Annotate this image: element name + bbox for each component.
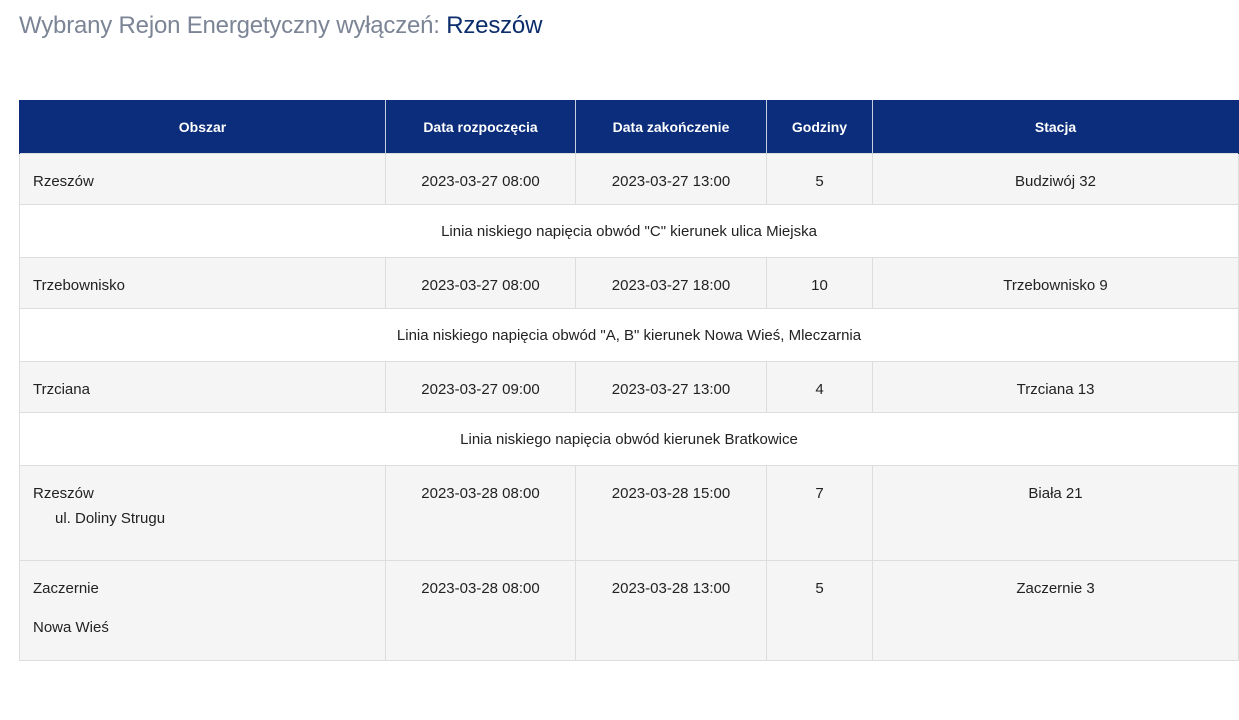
cell-start: 2023-03-28 08:00 <box>385 560 576 661</box>
cell-hours: 10 <box>766 257 873 309</box>
cell-start: 2023-03-27 08:00 <box>385 257 576 309</box>
cell-hours: 5 <box>766 153 873 205</box>
cell-area: Trzciana <box>19 361 386 413</box>
column-header-end: Data zakończenie <box>575 100 767 154</box>
page-title: Wybrany Rejon Energetyczny wyłączeń: Rze… <box>19 12 542 40</box>
table-row-description: Linia niskiego napięcia obwód "C" kierun… <box>19 204 1239 258</box>
area-name: Rzeszów <box>33 485 94 502</box>
table-row: Rzeszów 2023-03-27 08:00 2023-03-27 13:0… <box>19 153 1239 205</box>
cell-end: 2023-03-27 18:00 <box>575 257 767 309</box>
cell-station: Biała 21 <box>872 465 1239 561</box>
column-header-station: Stacja <box>872 100 1239 154</box>
page-title-prefix: Wybrany Rejon Energetyczny wyłączeń: <box>19 12 440 39</box>
cell-station: Trzciana 13 <box>872 361 1239 413</box>
table-row-description: Linia niskiego napięcia obwód kierunek B… <box>19 412 1239 466</box>
cell-area: Rzeszów ul. Doliny Strugu <box>19 465 386 561</box>
table-row: Rzeszów ul. Doliny Strugu 2023-03-28 08:… <box>19 465 1239 561</box>
cell-description: Linia niskiego napięcia obwód "A, B" kie… <box>19 308 1239 362</box>
table-row: Trzebownisko 2023-03-27 08:00 2023-03-27… <box>19 257 1239 309</box>
area-locality: Nowa Wieś <box>33 619 109 636</box>
cell-end: 2023-03-28 13:00 <box>575 560 767 661</box>
area-name: Zaczernie <box>33 580 99 597</box>
table-header-row: Obszar Data rozpoczęcia Data zakończenie… <box>19 100 1239 154</box>
cell-description: Linia niskiego napięcia obwód "C" kierun… <box>19 204 1239 258</box>
table-row-description: Linia niskiego napięcia obwód "A, B" kie… <box>19 308 1239 362</box>
cell-start: 2023-03-27 09:00 <box>385 361 576 413</box>
cell-area: Zaczernie Nowa Wieś <box>19 560 386 661</box>
cell-hours: 4 <box>766 361 873 413</box>
cell-area: Trzebownisko <box>19 257 386 309</box>
cell-start: 2023-03-28 08:00 <box>385 465 576 561</box>
column-header-hours: Godziny <box>766 100 873 154</box>
cell-station: Trzebownisko 9 <box>872 257 1239 309</box>
cell-station: Budziwój 32 <box>872 153 1239 205</box>
cell-description: Linia niskiego napięcia obwód kierunek B… <box>19 412 1239 466</box>
table-row: Zaczernie Nowa Wieś 2023-03-28 08:00 202… <box>19 560 1239 661</box>
area-street: ul. Doliny Strugu <box>55 510 166 527</box>
cell-hours: 7 <box>766 465 873 561</box>
selected-region: Rzeszów <box>446 12 543 39</box>
cell-start: 2023-03-27 08:00 <box>385 153 576 205</box>
outages-table: Obszar Data rozpoczęcia Data zakończenie… <box>19 100 1239 661</box>
column-header-area: Obszar <box>19 100 386 154</box>
cell-end: 2023-03-28 15:00 <box>575 465 767 561</box>
cell-end: 2023-03-27 13:00 <box>575 153 767 205</box>
column-header-start: Data rozpoczęcia <box>385 100 576 154</box>
cell-area: Rzeszów <box>19 153 386 205</box>
cell-end: 2023-03-27 13:00 <box>575 361 767 413</box>
cell-hours: 5 <box>766 560 873 661</box>
cell-station: Zaczernie 3 <box>872 560 1239 661</box>
table-row: Trzciana 2023-03-27 09:00 2023-03-27 13:… <box>19 361 1239 413</box>
